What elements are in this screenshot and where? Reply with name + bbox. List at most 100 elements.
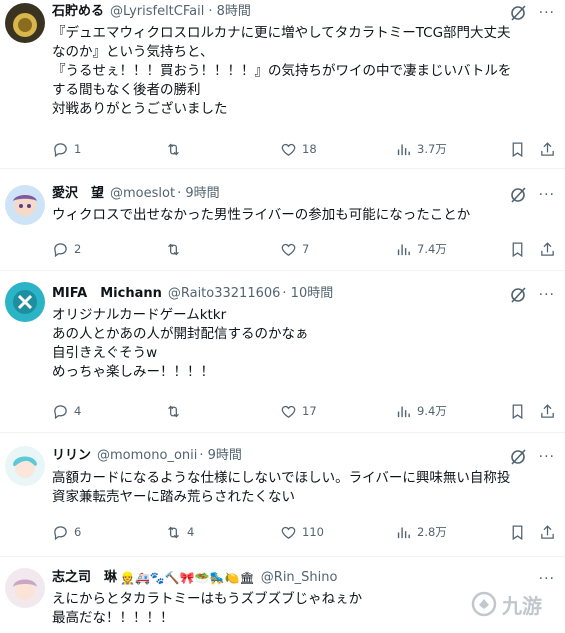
action-bar: 2 7 7.4万 — [0, 239, 565, 259]
reply-count: 2 — [74, 242, 82, 256]
name-emoji: 👷🚑🐾🔨🎀🥗🛼🍋🏛 — [120, 571, 255, 585]
views-button[interactable]: 9.4万 — [395, 401, 447, 421]
text-line: 資家兼転売ヤーに踏み荒らされたくない — [52, 489, 295, 505]
tweet-text: ウィクロスで出せなかった男性ライバーの参加も可能になったことか — [52, 206, 547, 225]
share-button[interactable] — [539, 401, 556, 421]
share-button[interactable] — [539, 239, 556, 259]
bookmark-button[interactable] — [509, 239, 526, 259]
more-icon[interactable]: ··· — [539, 450, 555, 464]
text-line: めっちゃ楽しみー！！！！ — [52, 364, 214, 380]
text-line: 『デュエマウィクロスロルカナに更に増やしてタカラトミーTCG部門大丈夫 — [52, 25, 511, 41]
reply-button[interactable]: 4 — [52, 401, 81, 421]
avatar[interactable] — [5, 3, 45, 43]
grok-icon[interactable] — [509, 186, 527, 204]
bookmark-icon — [512, 141, 523, 157]
view-count: 3.7万 — [417, 142, 447, 156]
display-name[interactable]: 石貯める — [52, 2, 104, 22]
more-icon[interactable]: ··· — [539, 288, 555, 302]
handle[interactable]: @Raito33211606 — [168, 284, 281, 304]
reply-icon — [54, 242, 67, 257]
heart-icon — [281, 143, 296, 156]
tweet-header: 愛沢 望 @moeslot · 9時間 — [52, 184, 220, 204]
reply-button[interactable]: 6 — [52, 522, 81, 542]
more-icon[interactable]: ··· — [539, 188, 555, 202]
text-line: ウィクロスで出せなかった男性ライバーの参加も可能になったことか — [52, 207, 471, 223]
handle[interactable]: @momono_onii — [97, 446, 197, 466]
watermark-text: 九游 — [502, 593, 542, 618]
bookmark-button[interactable] — [509, 139, 526, 159]
like-count: 18 — [302, 142, 317, 156]
views-button[interactable]: 7.4万 — [395, 239, 447, 259]
handle[interactable]: @LyrisfeltCFail — [110, 2, 204, 22]
like-count: 7 — [302, 242, 310, 256]
share-button[interactable] — [539, 139, 556, 159]
bookmark-icon — [512, 524, 523, 540]
avatar[interactable] — [5, 185, 45, 225]
tweet[interactable]: MIFA Michann @Raito33211606 · 10時間 ··· オ… — [0, 276, 565, 433]
views-button[interactable]: 2.8万 — [395, 522, 447, 542]
reply-button[interactable]: 2 — [52, 239, 81, 259]
bookmark-button[interactable] — [509, 522, 526, 542]
action-bar: 1 18 3.7万 — [0, 139, 565, 159]
display-name[interactable]: リリン — [52, 446, 91, 466]
avatar[interactable] — [5, 446, 45, 486]
like-button[interactable]: 18 — [280, 139, 317, 159]
view-count: 2.8万 — [417, 525, 447, 539]
tweet[interactable]: リリン @momono_onii · 9時間 ··· 高額カードになるような仕様… — [0, 438, 565, 557]
text-line: 自引きえぐそうw — [52, 345, 158, 361]
tweet[interactable]: 石貯める @LyrisfeltCFail · 8時間 ··· 『デュエマウィクロ… — [0, 0, 565, 169]
heart-icon — [281, 526, 296, 539]
like-button[interactable]: 110 — [280, 522, 324, 542]
tweet-header: 石貯める @LyrisfeltCFail · 8時間 — [52, 2, 251, 22]
text-line: 『うるせぇ！！！買おう！！！！』の気持ちがワイの中で凄まじいバトルを — [52, 63, 512, 79]
reply-icon — [54, 404, 67, 419]
reply-count: 4 — [74, 404, 82, 418]
like-button[interactable]: 7 — [280, 239, 309, 259]
reply-button[interactable]: 1 — [52, 139, 81, 159]
handle[interactable]: @Rin_Shino — [261, 568, 338, 588]
handle[interactable]: @moeslot — [110, 184, 175, 204]
view-count: 9.4万 — [417, 404, 447, 418]
views-icon — [397, 527, 410, 538]
avatar[interactable] — [5, 568, 45, 608]
repost-icon — [168, 526, 179, 538]
bookmark-button[interactable] — [509, 401, 526, 421]
display-name[interactable]: MIFA Michann — [52, 284, 162, 304]
timestamp[interactable]: · 8時間 — [208, 2, 251, 22]
avatar[interactable] — [5, 282, 45, 322]
more-icon[interactable]: ··· — [539, 572, 555, 586]
repost-button[interactable]: 4 — [165, 522, 194, 542]
like-button[interactable]: 17 — [280, 401, 317, 421]
tweet-header: リリン @momono_onii · 9時間 — [52, 446, 242, 466]
repost-button[interactable] — [165, 401, 187, 421]
views-icon — [397, 144, 410, 155]
timestamp[interactable]: · 9時間 — [199, 446, 242, 466]
more-icon[interactable]: ··· — [539, 6, 555, 20]
view-count: 7.4万 — [417, 242, 447, 256]
reply-count: 6 — [74, 525, 82, 539]
grok-icon[interactable] — [509, 4, 527, 22]
grok-icon[interactable] — [509, 286, 527, 304]
timestamp[interactable]: · 9時間 — [177, 184, 220, 204]
repost-icon — [168, 243, 179, 255]
grok-icon[interactable] — [509, 448, 527, 466]
text-line: 高額カードになるような仕様にしないでほしい。ライバーに興味無い自称投 — [52, 470, 511, 486]
display-name[interactable]: 愛沢 望 — [52, 184, 104, 204]
display-name[interactable]: 志之司 琳 — [52, 568, 117, 588]
like-count: 17 — [302, 404, 317, 418]
timestamp[interactable]: · 10時間 — [282, 284, 333, 304]
text-line: 対戦ありがとうございました — [52, 101, 228, 117]
share-icon — [541, 524, 554, 539]
views-button[interactable]: 3.7万 — [395, 139, 447, 159]
repost-button[interactable] — [165, 239, 187, 259]
text-line: あの人とかあの人が開封配信するのかなぁ — [52, 326, 309, 342]
text-line: なのか』という気持ちと、 — [52, 44, 214, 60]
share-button[interactable] — [539, 522, 556, 542]
bookmark-icon — [512, 403, 523, 419]
text-line: オリジナルカードゲームktkr — [52, 307, 227, 323]
tweet-header: MIFA Michann @Raito33211606 · 10時間 — [52, 284, 333, 304]
tweet-header: 志之司 琳 👷🚑🐾🔨🎀🥗🛼🍋🏛 @Rin_Shino — [52, 568, 337, 588]
bookmark-icon — [512, 241, 523, 257]
repost-button[interactable] — [165, 139, 187, 159]
tweet[interactable]: 愛沢 望 @moeslot · 9時間 ··· ウィクロスで出せなかった男性ライ… — [0, 174, 565, 271]
